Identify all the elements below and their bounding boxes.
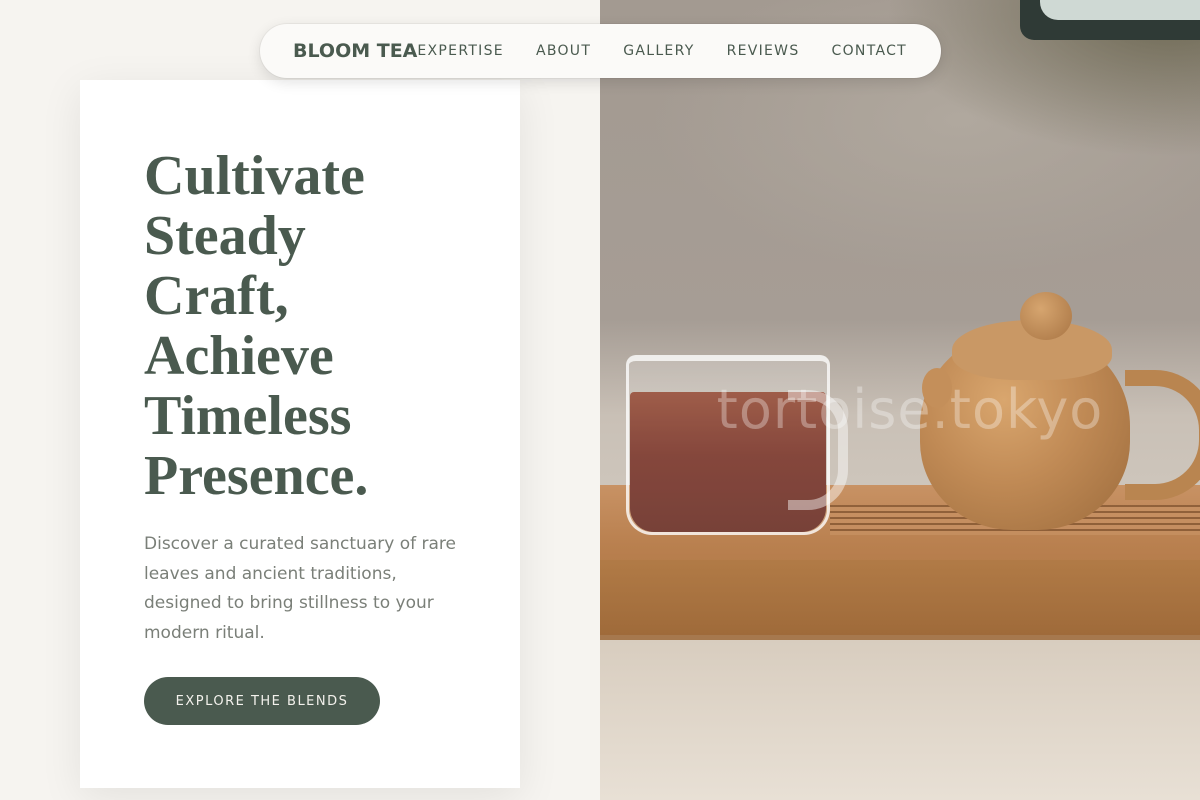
headline-line: Steady: [144, 205, 306, 267]
hero-photo: tortoise.tokyo: [600, 0, 1200, 800]
table-surface: [600, 640, 1200, 800]
page: tortoise.tokyo BLOOM TEA EXPERTISE ABOUT…: [0, 0, 1200, 800]
nav-link-expertise[interactable]: EXPERTISE: [417, 43, 504, 59]
nav-link-about[interactable]: ABOUT: [536, 43, 591, 59]
nav-link-contact[interactable]: CONTACT: [832, 43, 908, 59]
top-navigation: BLOOM TEA EXPERTISE ABOUT GALLERY REVIEW…: [260, 24, 941, 78]
nav-links: EXPERTISE ABOUT GALLERY REVIEWS CONTACT: [417, 43, 907, 59]
headline-line: Craft,: [144, 265, 289, 327]
headline-line: Cultivate: [144, 145, 365, 207]
photo-watermark: tortoise.tokyo: [716, 378, 1104, 441]
hero-description: Discover a curated sanctuary of rare lea…: [144, 534, 456, 643]
teapot-knob: [1020, 292, 1072, 340]
hero-headline: Cultivate Steady Craft, Achieve Timeless…: [144, 146, 484, 506]
brand-logo[interactable]: BLOOM TEA: [293, 40, 417, 62]
nav-link-gallery[interactable]: GALLERY: [623, 43, 694, 59]
headline-line: Timeless: [144, 385, 352, 447]
nav-link-reviews[interactable]: REVIEWS: [727, 43, 800, 59]
explore-blends-button[interactable]: EXPLORE THE BLENDS: [144, 677, 380, 725]
headline-line: Achieve: [144, 325, 334, 387]
headline-line: Presence.: [144, 445, 369, 507]
